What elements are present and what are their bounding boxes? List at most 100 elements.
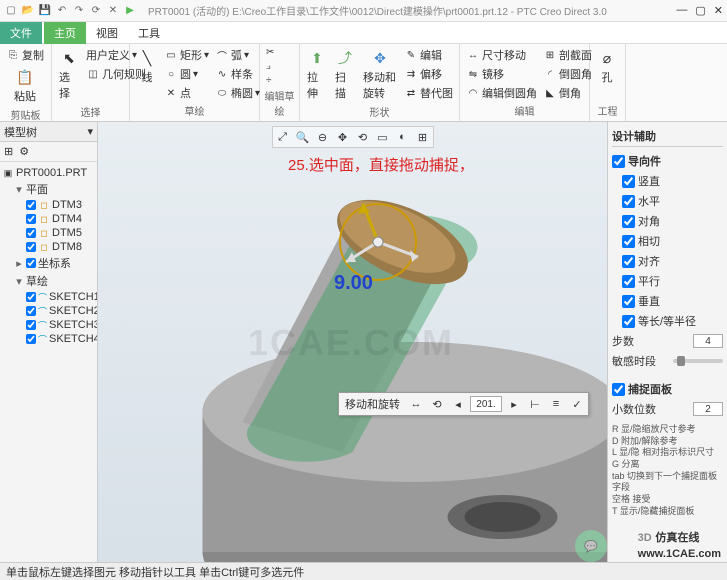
decimal-input[interactable] [693, 402, 723, 416]
tab-tools[interactable]: 工具 [128, 22, 170, 44]
float-align-icon[interactable]: ≡ [547, 395, 565, 413]
tree-group-planes[interactable]: ▾平面 [2, 180, 95, 198]
replace-shape[interactable]: ⇄替代图 [402, 84, 455, 102]
corner-icon[interactable]: ⟓ [264, 60, 276, 73]
chk-diagonal[interactable] [622, 215, 635, 228]
chk-align[interactable] [622, 255, 635, 268]
pan-icon[interactable]: ✥ [335, 129, 351, 145]
vis-checkbox[interactable] [26, 292, 36, 302]
tab-home[interactable]: 主页 [44, 22, 86, 44]
tab-view[interactable]: 视图 [86, 22, 128, 44]
qat-undo-icon[interactable]: ↶ [55, 4, 69, 18]
collapse-icon[interactable]: ▾ [14, 275, 24, 288]
chamfer-btn[interactable]: ◣倒角 [541, 84, 594, 102]
close-window-icon[interactable]: ✕ [714, 4, 723, 17]
copy-button[interactable]: ⎘复制 [4, 46, 46, 64]
tree-dtm5[interactable]: ◻DTM5 [2, 226, 95, 240]
point-button[interactable]: ✕点 [162, 84, 211, 102]
graphics-area[interactable]: ⤢ 🔍 ⊖ ✥ ⟲ ▭ ◐ ⊞ 25.选中面，直接拖动捕捉， 9.00 1CAE… [98, 122, 607, 562]
tree-filter-icon[interactable]: ⊞ [4, 145, 13, 158]
divide-icon[interactable]: ÷ [264, 74, 276, 87]
file-menu[interactable]: 文件 [0, 22, 42, 44]
tree-dtm8[interactable]: ◻DTM8 [2, 240, 95, 254]
paste-button[interactable]: 📋粘贴 [4, 65, 46, 106]
chk-tangent[interactable] [622, 235, 635, 248]
float-value-input[interactable] [470, 396, 502, 412]
qat-new-icon[interactable]: ▢ [4, 4, 18, 18]
tree-sketch4[interactable]: ⌒SKETCH4 [2, 332, 95, 346]
tree-dtm4[interactable]: ◻DTM4 [2, 212, 95, 226]
zoom-in-icon[interactable]: 🔍 [295, 129, 311, 145]
vis-checkbox[interactable] [26, 200, 36, 210]
guides-checkbox[interactable] [612, 155, 625, 168]
round-btn[interactable]: ◜倒圆角 [541, 65, 594, 83]
floating-toolbar[interactable]: 移动和旋转 ↔ ⟲ ◂ ▸ ⊢ ≡ ✓ [338, 392, 589, 416]
vis-checkbox[interactable] [26, 320, 36, 330]
snap-panel-checkbox[interactable] [612, 383, 625, 396]
moverot-button[interactable]: ✥移动和旋转 [360, 46, 400, 103]
datum-icon[interactable]: ⊞ [415, 129, 431, 145]
collapse-icon[interactable]: ▾ [14, 183, 24, 196]
pattern-btn[interactable]: ⊞剖截面 [541, 46, 594, 64]
model-tree[interactable]: ▣PRT0001.PRT ▾平面 ◻DTM3 ◻DTM4 ◻DTM5 ◻DTM8… [0, 162, 97, 562]
rect-button[interactable]: ▭矩形▾ [162, 46, 211, 64]
arc-button[interactable]: ⌒弧▾ [213, 46, 262, 64]
expand-icon[interactable]: ▸ [14, 257, 24, 270]
rotate-icon[interactable]: ⟲ [355, 129, 371, 145]
vis-checkbox[interactable] [26, 228, 36, 238]
maximize-icon[interactable]: ▢ [695, 4, 705, 17]
qat-close-icon[interactable]: ✕ [106, 4, 120, 18]
tree-group-sketch[interactable]: ▾草绘 [2, 272, 95, 290]
vis-checkbox[interactable] [26, 242, 36, 252]
trim-icon[interactable]: ✂ [264, 46, 276, 59]
tree-sketch3[interactable]: ⌒SKETCH3 [2, 318, 95, 332]
sweep-button[interactable]: ⤴扫描 [332, 46, 358, 103]
tree-dtm3[interactable]: ◻DTM3 [2, 198, 95, 212]
chk-perp[interactable] [622, 295, 635, 308]
qat-redo-icon[interactable]: ↷ [72, 4, 86, 18]
tree-sketch2[interactable]: ⌒SKETCH2 [2, 304, 95, 318]
line-button[interactable]: ╲线 [134, 46, 160, 87]
dim-move[interactable]: ↔尺寸移动 [464, 46, 539, 64]
select-button[interactable]: ⬉选择 [56, 46, 82, 103]
chk-vertical[interactable] [622, 175, 635, 188]
float-snap-icon[interactable]: ⊢ [526, 395, 544, 413]
vis-checkbox[interactable] [26, 258, 36, 268]
vis-checkbox[interactable] [26, 306, 36, 316]
float-prev-icon[interactable]: ◂ [449, 395, 467, 413]
tree-root[interactable]: ▣PRT0001.PRT [2, 166, 95, 180]
display-style-icon[interactable]: ◐ [395, 129, 411, 145]
saved-view-icon[interactable]: ▭ [375, 129, 391, 145]
zoom-out-icon[interactable]: ⊖ [315, 129, 331, 145]
chk-equal[interactable] [622, 315, 635, 328]
chk-parallel[interactable] [622, 275, 635, 288]
sensitivity-slider[interactable] [673, 359, 723, 363]
tree-settings-icon[interactable]: ⚙ [19, 145, 29, 158]
mirror-btn[interactable]: ⇋镜移 [464, 65, 539, 83]
qat-save-icon[interactable]: 💾 [38, 4, 52, 18]
hole-button[interactable]: ⌀孔 [594, 46, 620, 87]
edit-shape[interactable]: ✎编辑 [402, 46, 455, 64]
tree-menu-icon[interactable]: ▾ [87, 125, 93, 138]
extrude-button[interactable]: ⬆拉伸 [304, 46, 330, 103]
qat-open-icon[interactable]: 📂 [21, 4, 35, 18]
vis-checkbox[interactable] [26, 334, 36, 344]
float-rotate-icon[interactable]: ⟲ [428, 395, 446, 413]
refit-icon[interactable]: ⤢ [275, 129, 291, 145]
steps-input[interactable] [693, 334, 723, 348]
ellipse-button[interactable]: ⬭椭圆▾ [213, 84, 262, 102]
qat-regen-icon[interactable]: ⟳ [89, 4, 103, 18]
float-next-icon[interactable]: ▸ [505, 395, 523, 413]
edit-round[interactable]: ◠编辑倒圆角 [464, 84, 539, 102]
spline-button[interactable]: ∿样条 [213, 65, 262, 83]
qat-play-icon[interactable]: ▶ [123, 4, 137, 18]
circle-button[interactable]: ○圆▾ [162, 65, 211, 83]
offset-shape[interactable]: ⇉偏移 [402, 65, 455, 83]
tree-group-axes[interactable]: ▸坐标系 [2, 254, 95, 272]
chk-horizontal[interactable] [622, 195, 635, 208]
float-ok-icon[interactable]: ✓ [568, 395, 586, 413]
vis-checkbox[interactable] [26, 214, 36, 224]
minimize-icon[interactable]: — [676, 4, 687, 17]
tree-sketch1[interactable]: ⌒SKETCH1 [2, 290, 95, 304]
float-move-icon[interactable]: ↔ [407, 395, 425, 413]
